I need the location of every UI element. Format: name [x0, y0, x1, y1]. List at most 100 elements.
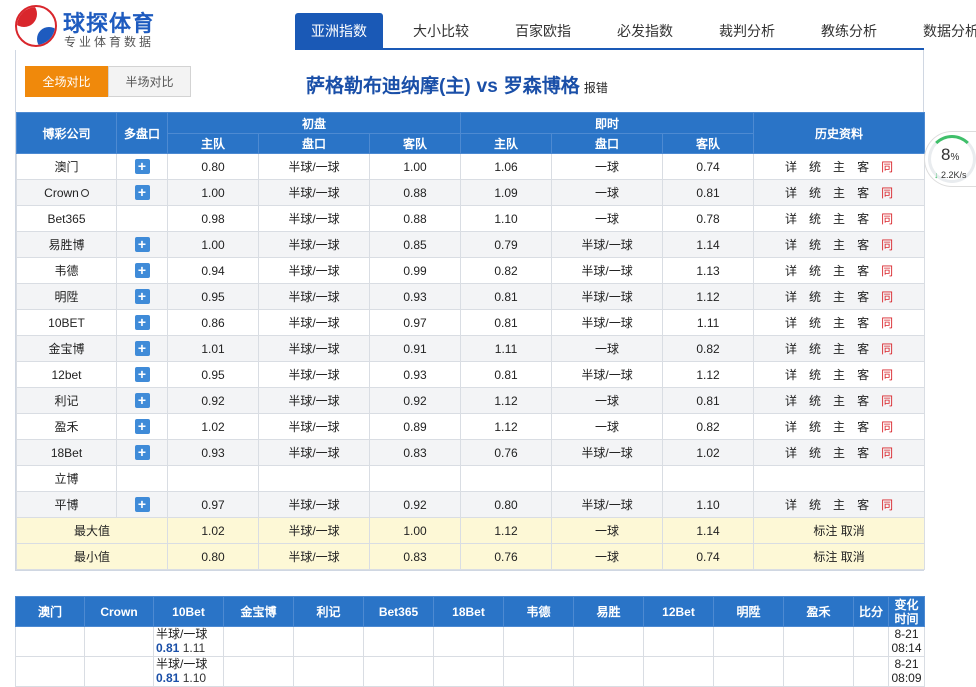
history-link[interactable]: 统 — [809, 368, 821, 382]
history-link[interactable]: 同 — [881, 498, 893, 512]
nav-coach-analysis[interactable]: 教练分析 — [805, 13, 893, 49]
plus-icon[interactable]: + — [134, 341, 150, 357]
history-link[interactable]: 同 — [881, 446, 893, 460]
plus-icon[interactable]: + — [134, 315, 150, 331]
history-link[interactable]: 统 — [809, 446, 821, 460]
history-link[interactable]: 详 — [785, 446, 797, 460]
plus-icon[interactable]: + — [134, 497, 150, 513]
history-link[interactable]: 详 — [785, 238, 797, 252]
history-link[interactable]: 详 — [785, 290, 797, 304]
company-name[interactable]: 易胜博 — [16, 231, 117, 258]
company-name[interactable]: 澳门 — [16, 153, 117, 180]
history-link[interactable]: 客 — [857, 368, 869, 382]
history-link[interactable]: 主 — [833, 368, 845, 382]
nav-euro-index[interactable]: 百家欧指 — [499, 13, 587, 49]
history-link[interactable]: 同 — [881, 160, 893, 174]
tab-full-time[interactable]: 全场对比 — [25, 66, 108, 97]
history-link[interactable]: 主 — [833, 316, 845, 330]
history-link[interactable]: 主 — [833, 238, 845, 252]
history-link[interactable]: 客 — [857, 446, 869, 460]
nav-asian-index[interactable]: 亚洲指数 — [295, 13, 383, 49]
history-link[interactable]: 统 — [809, 316, 821, 330]
history-link[interactable]: 同 — [881, 290, 893, 304]
history-link[interactable]: 同 — [881, 186, 893, 200]
company-name[interactable]: 明陞 — [16, 283, 117, 310]
history-link[interactable]: 同 — [881, 212, 893, 226]
report-error-link[interactable]: 报错 — [584, 81, 608, 95]
history-link[interactable]: 客 — [857, 394, 869, 408]
company-name[interactable]: 12bet — [16, 361, 117, 388]
history-link[interactable]: 详 — [785, 264, 797, 278]
history-link[interactable]: 详 — [785, 394, 797, 408]
history-link[interactable]: 详 — [785, 420, 797, 434]
company-name[interactable]: 18Bet — [16, 439, 117, 466]
history-link[interactable]: 统 — [809, 186, 821, 200]
plus-icon[interactable]: + — [134, 237, 150, 253]
history-link[interactable]: 详 — [785, 498, 797, 512]
plus-icon[interactable]: + — [134, 289, 150, 305]
history-link[interactable]: 客 — [857, 264, 869, 278]
plus-icon[interactable]: + — [134, 393, 150, 409]
plus-icon[interactable]: + — [134, 367, 150, 383]
plus-icon[interactable]: + — [134, 445, 150, 461]
history-link[interactable]: 详 — [785, 316, 797, 330]
cancel-link[interactable]: 取消 — [841, 550, 865, 564]
away-team[interactable]: 罗森博格 — [504, 76, 580, 97]
plus-icon[interactable]: + — [134, 263, 150, 279]
company-name[interactable]: Bet365 — [16, 205, 117, 232]
home-team[interactable]: 萨格勒布迪纳摩(主) — [306, 76, 471, 97]
history-link[interactable]: 详 — [785, 160, 797, 174]
history-link[interactable]: 统 — [809, 394, 821, 408]
company-name[interactable]: Crown — [16, 179, 117, 206]
history-link[interactable]: 同 — [881, 238, 893, 252]
history-link[interactable]: 客 — [857, 420, 869, 434]
history-link[interactable]: 统 — [809, 264, 821, 278]
nav-betfair-index[interactable]: 必发指数 — [601, 13, 689, 49]
history-link[interactable]: 同 — [881, 394, 893, 408]
history-link[interactable]: 客 — [857, 316, 869, 330]
history-link[interactable]: 客 — [857, 498, 869, 512]
nav-referee-analysis[interactable]: 裁判分析 — [703, 13, 791, 49]
history-link[interactable]: 详 — [785, 186, 797, 200]
history-link[interactable]: 详 — [785, 212, 797, 226]
history-link[interactable]: 主 — [833, 186, 845, 200]
history-link[interactable]: 同 — [881, 316, 893, 330]
nav-over-under[interactable]: 大小比较 — [397, 13, 485, 49]
history-link[interactable]: 统 — [809, 290, 821, 304]
history-link[interactable]: 客 — [857, 186, 869, 200]
history-link[interactable]: 同 — [881, 368, 893, 382]
history-link[interactable]: 详 — [785, 342, 797, 356]
history-link[interactable]: 客 — [857, 160, 869, 174]
history-link[interactable]: 主 — [833, 290, 845, 304]
history-link[interactable]: 主 — [833, 160, 845, 174]
history-link[interactable]: 客 — [857, 342, 869, 356]
history-link[interactable]: 主 — [833, 212, 845, 226]
plus-icon[interactable]: + — [134, 185, 150, 201]
site-logo[interactable]: 球探体育 专业体育数据 — [15, 4, 185, 50]
network-speed-widget[interactable]: 8% ↓ 2.2K/s — [924, 131, 976, 187]
history-link[interactable]: 统 — [809, 342, 821, 356]
plus-icon[interactable]: + — [134, 419, 150, 435]
history-link[interactable]: 客 — [857, 290, 869, 304]
history-link[interactable]: 同 — [881, 342, 893, 356]
history-link[interactable]: 同 — [881, 420, 893, 434]
mark-link[interactable]: 标注 — [813, 524, 837, 538]
nav-data-analysis[interactable]: 数据分析 — [907, 13, 976, 49]
history-link[interactable]: 统 — [809, 160, 821, 174]
history-link[interactable]: 主 — [833, 264, 845, 278]
history-link[interactable]: 主 — [833, 446, 845, 460]
history-link[interactable]: 统 — [809, 212, 821, 226]
history-link[interactable]: 主 — [833, 420, 845, 434]
company-name[interactable]: 10BET — [16, 309, 117, 336]
company-name[interactable]: 利记 — [16, 387, 117, 414]
company-name[interactable]: 平博 — [16, 491, 117, 518]
history-link[interactable]: 同 — [881, 264, 893, 278]
history-link[interactable]: 主 — [833, 498, 845, 512]
plus-icon[interactable]: + — [134, 159, 150, 175]
company-name[interactable]: 金宝博 — [16, 335, 117, 362]
tab-half-time[interactable]: 半场对比 — [108, 66, 191, 97]
history-link[interactable]: 客 — [857, 212, 869, 226]
history-link[interactable]: 统 — [809, 498, 821, 512]
history-link[interactable]: 主 — [833, 342, 845, 356]
history-link[interactable]: 客 — [857, 238, 869, 252]
